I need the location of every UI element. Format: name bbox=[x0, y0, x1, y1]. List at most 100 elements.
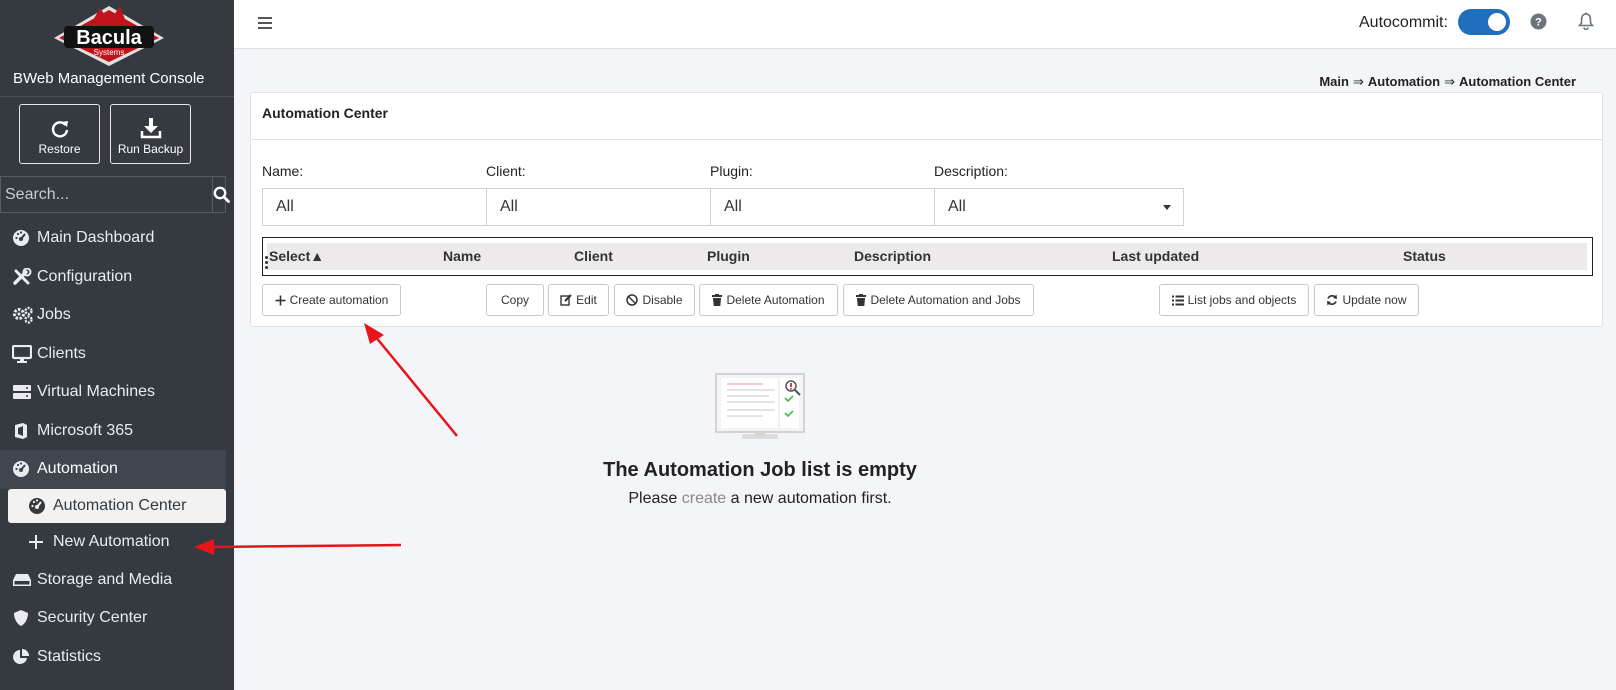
filter-client-label: Client: bbox=[486, 163, 526, 179]
filter-plugin-label: Plugin: bbox=[710, 163, 753, 179]
empty-state-text: Please create a new automation first. bbox=[628, 490, 892, 507]
create-automation-button[interactable]: Create automation bbox=[262, 284, 401, 316]
filter-name-input[interactable]: All bbox=[262, 188, 487, 226]
column-header-name[interactable]: Name bbox=[443, 248, 481, 264]
sidebar-item-label: Automation bbox=[37, 460, 118, 478]
sidebar-item-label: Security Center bbox=[37, 609, 148, 627]
column-header-client[interactable]: Client bbox=[574, 248, 613, 264]
autocommit-label: Autocommit: bbox=[1359, 14, 1448, 31]
filter-description-label: Description: bbox=[934, 163, 1008, 179]
sidebar-subitem-automation-center[interactable]: Automation Center bbox=[8, 488, 226, 523]
notifications-button[interactable] bbox=[1577, 12, 1595, 35]
sidebar-item-label: Virtual Machines bbox=[37, 383, 155, 401]
sidebar-item-main-dashboard[interactable]: Main Dashboard bbox=[0, 219, 234, 258]
search-box bbox=[0, 176, 230, 213]
column-header-status[interactable]: Status bbox=[1403, 248, 1446, 264]
sidebar-item-virtual-machines[interactable]: Virtual Machines bbox=[0, 373, 234, 412]
svg-text:?: ? bbox=[1535, 17, 1542, 29]
console-title: BWeb Management Console bbox=[13, 70, 205, 87]
breadcrumb-item-main[interactable]: Main bbox=[1319, 74, 1349, 89]
run-backup-label: Run Backup bbox=[117, 142, 184, 156]
list-icon bbox=[1171, 295, 1184, 305]
update-now-label: Update now bbox=[1342, 293, 1407, 307]
table-header: Select▲ Name Client Plugin Description L… bbox=[265, 243, 1587, 270]
empty-list-illustration bbox=[715, 373, 805, 439]
empty-state-title: The Automation Job list is empty bbox=[603, 459, 917, 481]
edit-button[interactable]: Edit bbox=[548, 284, 609, 316]
svg-text:Systems: Systems bbox=[94, 48, 125, 57]
tools-icon bbox=[13, 267, 32, 285]
delete-automation-and-jobs-button[interactable]: Delete Automation and Jobs bbox=[843, 284, 1034, 316]
office-icon bbox=[15, 422, 27, 439]
sidebar-item-label: Jobs bbox=[37, 306, 71, 324]
sidebar-item-jobs[interactable]: Jobs bbox=[0, 296, 234, 335]
sidebar-item-label: Main Dashboard bbox=[37, 229, 155, 247]
disable-button[interactable]: Disable bbox=[614, 284, 695, 316]
edit-label: Edit bbox=[576, 293, 597, 307]
column-header-description[interactable]: Description bbox=[854, 248, 931, 264]
delete-automation-button[interactable]: Delete Automation bbox=[699, 284, 838, 316]
hamburger-icon bbox=[258, 17, 272, 29]
column-header-select[interactable]: Select▲ bbox=[269, 248, 324, 264]
automation-table: Select▲ Name Client Plugin Description L… bbox=[262, 237, 1593, 276]
empty-state: The Automation Job list is empty Please … bbox=[580, 372, 940, 507]
sidebar-item-clients[interactable]: Clients bbox=[0, 335, 234, 374]
sidebar-subitem-new-automation[interactable]: New Automation bbox=[0, 523, 234, 561]
sidebar-item-configuration[interactable]: Configuration bbox=[0, 258, 234, 297]
trash-icon bbox=[712, 294, 723, 306]
question-circle-icon: ? bbox=[1530, 13, 1547, 30]
restore-label: Restore bbox=[38, 142, 81, 156]
list-jobs-and-objects-button[interactable]: List jobs and objects bbox=[1159, 284, 1309, 316]
run-backup-button[interactable]: Run Backup bbox=[110, 104, 191, 164]
filter-client-input[interactable]: All bbox=[486, 188, 711, 226]
dashboard-icon bbox=[13, 461, 29, 478]
filter-plugin-input[interactable]: All bbox=[710, 188, 935, 226]
edit-icon bbox=[560, 294, 572, 306]
restore-button[interactable]: Restore bbox=[19, 104, 100, 164]
sidebar-item-automation[interactable]: Automation bbox=[0, 450, 226, 489]
create-automation-label: Create automation bbox=[289, 293, 389, 307]
card-divider bbox=[251, 139, 1602, 140]
automation-center-card: Automation Center Name: Client: Plugin: … bbox=[250, 92, 1603, 327]
card-title: Automation Center bbox=[262, 105, 388, 121]
sidebar-item-label: Clients bbox=[37, 344, 86, 362]
gears-icon bbox=[13, 307, 33, 324]
update-now-button[interactable]: Update now bbox=[1314, 284, 1419, 316]
breadcrumb-item-automation[interactable]: Automation bbox=[1368, 74, 1440, 89]
copy-label: Copy bbox=[500, 293, 529, 307]
autocommit-toggle[interactable] bbox=[1458, 9, 1510, 35]
sidebar-item-label: New Automation bbox=[53, 532, 170, 550]
dashboard-icon bbox=[29, 497, 45, 514]
menu-toggle-button[interactable] bbox=[257, 15, 273, 36]
sidebar-item-security-center[interactable]: Security Center bbox=[0, 599, 234, 638]
plus-icon bbox=[29, 534, 43, 549]
sidebar-item-label: Microsoft 365 bbox=[37, 421, 134, 439]
delete-automation-label: Delete Automation bbox=[726, 293, 825, 307]
desktop-icon bbox=[12, 344, 32, 363]
sidebar-item-label: Statistics bbox=[37, 647, 102, 665]
list-jobs-label: List jobs and objects bbox=[1187, 293, 1297, 307]
help-button[interactable]: ? bbox=[1530, 13, 1547, 35]
sidebar-item-storage-and-media[interactable]: Storage and Media bbox=[0, 561, 234, 600]
create-automation-link[interactable]: create bbox=[682, 490, 726, 507]
sidebar-item-label: Automation Center bbox=[53, 496, 187, 514]
sidebar-nav: Main Dashboard Configuration Jobs Client… bbox=[0, 219, 234, 676]
refresh-icon bbox=[1327, 294, 1338, 306]
search-input[interactable] bbox=[1, 177, 212, 212]
delete-automation-and-jobs-label: Delete Automation and Jobs bbox=[870, 293, 1021, 307]
column-header-plugin[interactable]: Plugin bbox=[707, 248, 750, 264]
search-button[interactable] bbox=[212, 177, 230, 212]
sidebar-item-label: Configuration bbox=[37, 267, 133, 285]
logo-area: Bacula Systems BWeb Management Console bbox=[0, 0, 234, 97]
filter-description-select[interactable]: All bbox=[934, 188, 1184, 226]
sidebar-item-statistics[interactable]: Statistics bbox=[0, 638, 234, 677]
copy-button[interactable]: Copy bbox=[486, 284, 544, 316]
bacula-logo[interactable]: Bacula Systems bbox=[52, 4, 166, 68]
bell-icon bbox=[1577, 12, 1595, 31]
ban-icon bbox=[626, 294, 639, 306]
column-header-last-updated[interactable]: Last updated bbox=[1112, 248, 1199, 264]
filter-description-value: All bbox=[948, 198, 966, 215]
filter-name-label: Name: bbox=[262, 163, 304, 179]
search-icon bbox=[213, 186, 230, 203]
sidebar-item-microsoft-365[interactable]: Microsoft 365 bbox=[0, 412, 234, 451]
